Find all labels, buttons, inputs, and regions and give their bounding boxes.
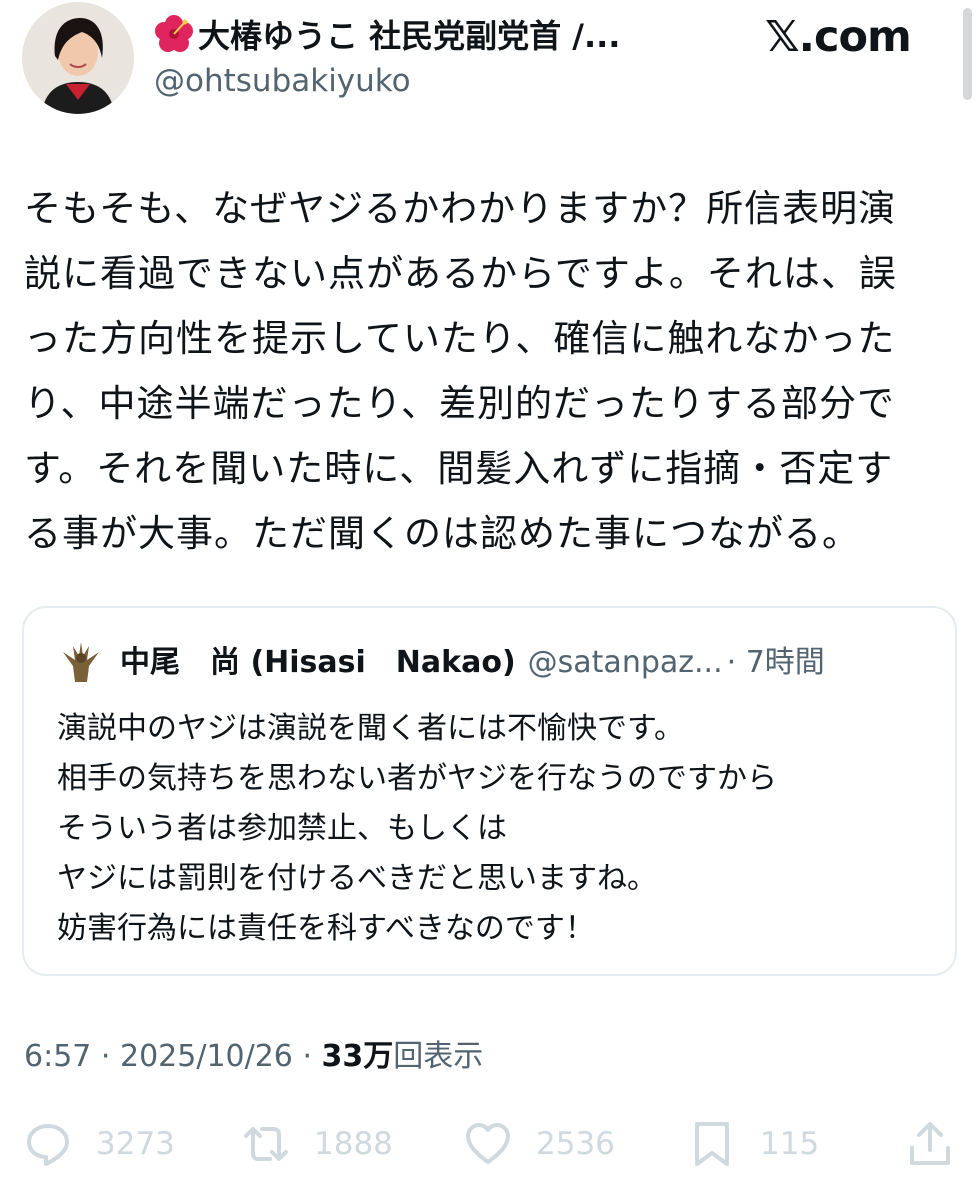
bookmark-button[interactable]: 115	[688, 1112, 819, 1176]
tweet-line: す。それを聞いた時に、間髪入れずに指摘・否定す	[24, 447, 894, 490]
tweet-line: った方向性を提示していたり、確信に触れなかった	[24, 317, 896, 360]
reply-button[interactable]: 3273	[24, 1112, 175, 1176]
reply-count: 3273	[96, 1126, 175, 1162]
quoted-tweet-card[interactable]: 中尾 尚 (Hisasi Nakao) @satanpaz... · 7時間 演説中…	[22, 606, 957, 976]
quote-time[interactable]: · 7時間	[727, 645, 825, 680]
meta-separator: ·	[91, 1039, 120, 1074]
statue-avatar-icon	[57, 638, 105, 686]
author-handle[interactable]: @ohtsubakiyuko	[154, 58, 411, 104]
meta-separator: ·	[292, 1039, 322, 1074]
tweet-time[interactable]: 6:57	[24, 1039, 91, 1074]
hibiscus-icon	[155, 15, 193, 52]
action-bar: 3273 1888 2536 115	[0, 1112, 979, 1176]
author-name-text: 大椿ゆうこ 社民党副党首 /...	[198, 17, 621, 55]
quote-author-name[interactable]: 中尾 尚 (Hisasi Nakao)	[120, 645, 516, 680]
retweet-icon	[244, 1127, 288, 1161]
tweet-line: そもそも、なぜヤジるかわかりますか？所信表明演	[24, 187, 897, 230]
like-count: 2536	[536, 1126, 615, 1162]
quote-author-avatar[interactable]	[57, 638, 105, 686]
tweet-line: 説に看過できない点があるからですよ。それは、誤	[24, 252, 897, 295]
x-logo: 𝕏.com	[765, 12, 912, 62]
share-icon	[910, 1122, 950, 1165]
avatar-portrait-icon	[22, 2, 134, 114]
author-display-name[interactable]: 大椿ゆうこ 社民党副党首 /...	[154, 12, 674, 60]
like-button[interactable]: 2536	[464, 1112, 615, 1176]
tweet-date[interactable]: 2025/10/26	[120, 1039, 293, 1074]
bookmark-count: 115	[760, 1126, 820, 1162]
scrollbar[interactable]	[963, 8, 972, 100]
bookmark-icon	[695, 1122, 729, 1166]
views-label: 回表示	[393, 1039, 484, 1074]
retweet-button[interactable]: 1888	[242, 1112, 393, 1176]
views-count: 33万	[321, 1039, 394, 1074]
quote-text: 演説中のヤジは演説を聞く者には不愉快です。 相手の気持ちを思わない者がヤジを行な…	[57, 704, 937, 954]
quote-line: 演説中のヤジは演説を聞く者には不愉快です。	[57, 711, 684, 746]
tweet-screenshot: 大椿ゆうこ 社民党副党首 /... @ohtsubakiyuko 𝕏.com そ…	[0, 0, 979, 1200]
quote-author-handle[interactable]: @satanpaz...	[528, 645, 723, 680]
tweet-line: る事が大事。ただ聞くのは認めた事につながる。	[24, 512, 860, 555]
tweet-text: そもそも、なぜヤジるかわかりますか？所信表明演 説に看過できない点があるからです…	[24, 176, 954, 566]
heart-icon	[466, 1123, 510, 1164]
retweet-count: 1888	[314, 1126, 393, 1162]
share-button[interactable]	[906, 1112, 954, 1176]
author-avatar[interactable]	[22, 2, 134, 114]
quote-line: 妨害行為には責任を科すべきなのです！	[57, 911, 595, 946]
quote-line: そういう者は参加禁止、もしくは	[57, 811, 507, 846]
reply-icon	[27, 1124, 69, 1166]
tweet-meta: 6:57 · 2025/10/26 · 33万回表示	[24, 1034, 483, 1080]
quote-line: ヤジには罰則を付けるべきだと思いますね。	[57, 861, 657, 896]
quote-line: 相手の気持ちを思わない者がヤジを行なうのですから	[57, 761, 777, 796]
tweet-line: り、中途半端だったり、差別的だったりする部分で	[24, 382, 896, 425]
quote-header: 中尾 尚 (Hisasi Nakao) @satanpaz... · 7時間	[120, 640, 940, 686]
